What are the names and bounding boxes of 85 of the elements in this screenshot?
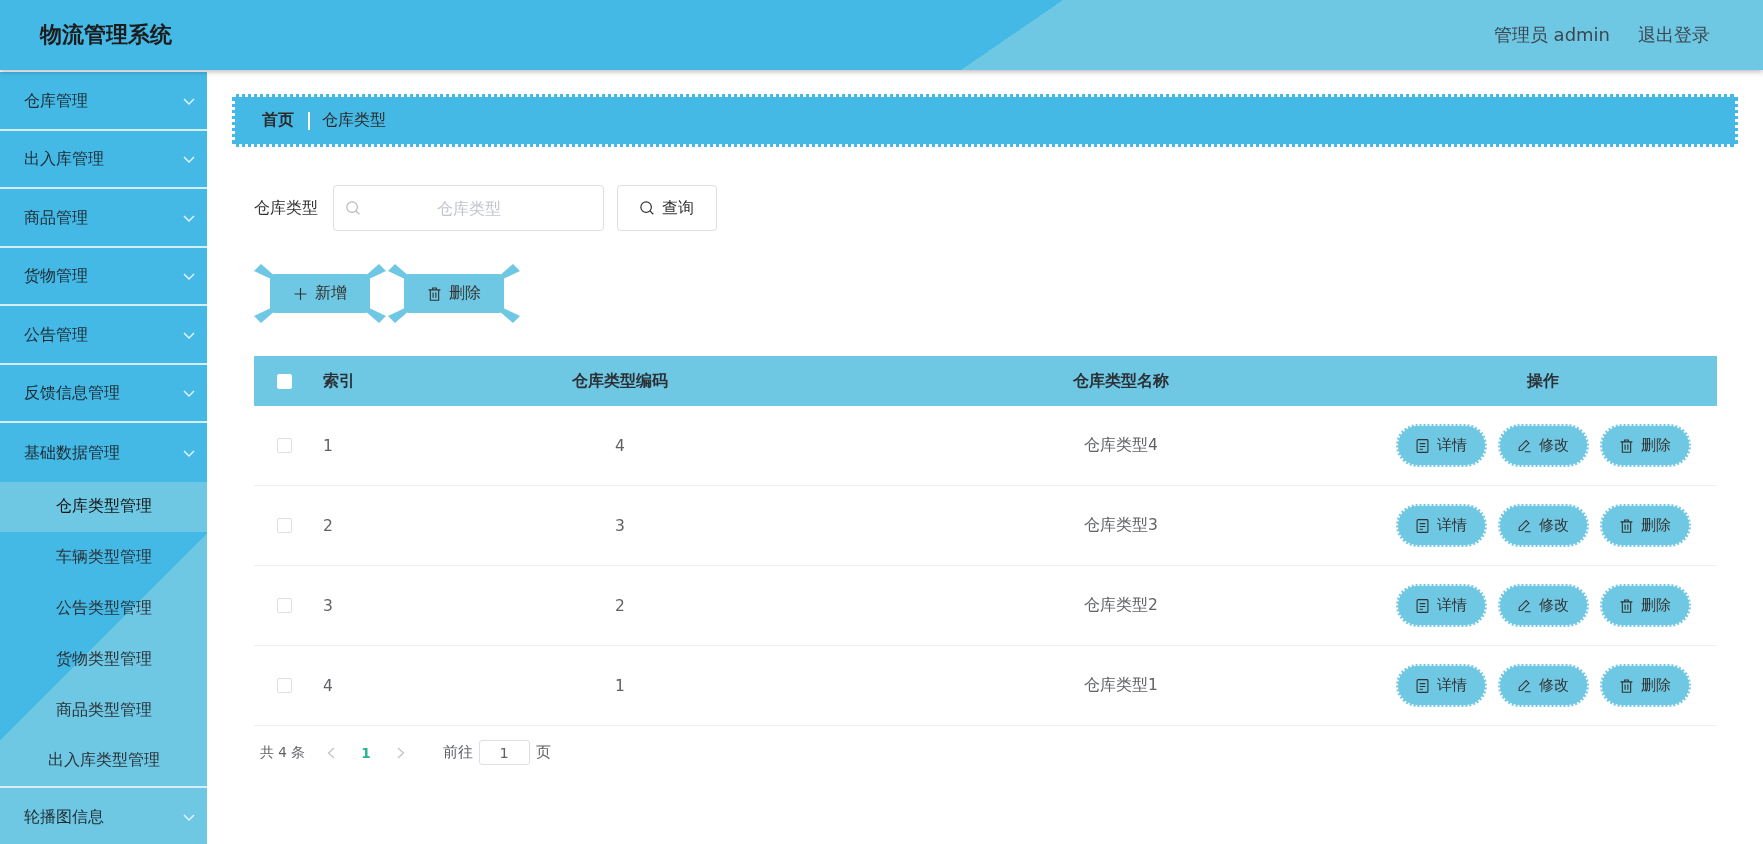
submenu-item[interactable]: 公告类型管理: [0, 583, 207, 634]
row-checkbox[interactable]: [276, 678, 292, 693]
edit-button[interactable]: 修改: [1497, 584, 1589, 627]
row-checkbox[interactable]: [276, 438, 292, 453]
chevron-down-icon: [183, 331, 195, 339]
submenu-item[interactable]: 出入库类型管理: [0, 735, 207, 787]
page-suffix: 页: [535, 743, 551, 762]
document-icon: [1415, 518, 1429, 533]
table-cell: 3: [323, 596, 333, 615]
menu-item[interactable]: 轮播图信息: [0, 788, 207, 844]
table-cell: 4: [323, 676, 333, 695]
table-cell: 仓库类型1: [1084, 675, 1158, 696]
trash-icon: [1619, 518, 1633, 533]
total-count: 共 4 条: [260, 743, 306, 762]
column-header: 仓库类型编码: [572, 370, 668, 392]
table-cell: 仓库类型3: [1084, 515, 1158, 536]
detail-button[interactable]: 详情: [1395, 584, 1487, 627]
search-label: 仓库类型: [254, 197, 318, 219]
chevron-down-icon: [183, 814, 195, 822]
breadcrumb-current: 仓库类型: [322, 110, 386, 131]
user-name: 管理员 admin: [1493, 23, 1610, 47]
trash-icon: [427, 286, 441, 301]
document-icon: [1415, 598, 1429, 613]
menu-item[interactable]: 商品管理: [0, 189, 207, 248]
pencil-icon: [1517, 438, 1531, 453]
app-title: 物流管理系统: [40, 21, 172, 49]
delete-button[interactable]: 删除: [1599, 424, 1691, 467]
select-all-checkbox[interactable]: [276, 373, 292, 389]
page-input[interactable]: 1: [478, 740, 530, 765]
chevron-down-icon: [183, 273, 195, 281]
chevron-right-icon[interactable]: [396, 746, 405, 759]
edit-button[interactable]: 修改: [1497, 664, 1589, 707]
detail-button[interactable]: 详情: [1395, 664, 1487, 707]
plus-icon: [293, 286, 307, 301]
table-cell: 2: [615, 596, 625, 615]
menu-item[interactable]: 货物管理: [0, 247, 207, 306]
chevron-down-icon: [183, 97, 195, 105]
document-icon: [1415, 438, 1429, 453]
chevron-down-icon: [183, 156, 195, 164]
menu-item[interactable]: 出入库管理: [0, 130, 207, 189]
table-cell: 4: [615, 436, 625, 455]
submenu-item[interactable]: 车辆类型管理: [0, 532, 207, 584]
column-header: 操作: [1527, 370, 1559, 392]
delete-button[interactable]: 删除: [1599, 504, 1691, 547]
chevron-left-icon[interactable]: [327, 746, 336, 759]
detail-button[interactable]: 详情: [1395, 424, 1487, 467]
menu-item[interactable]: 基础数据管理: [0, 423, 207, 482]
table-cell: 1: [323, 436, 333, 455]
column-header: 索引: [323, 370, 355, 392]
chevron-down-icon: [183, 214, 195, 222]
column-header: 仓库类型名称: [1073, 370, 1169, 392]
table-cell: 仓库类型2: [1084, 595, 1158, 616]
document-icon: [1415, 678, 1429, 693]
search-field[interactable]: 仓库类型: [333, 185, 604, 231]
submenu-item[interactable]: 货物类型管理: [0, 633, 207, 685]
pencil-icon: [1517, 678, 1531, 693]
chevron-down-icon: [183, 390, 195, 398]
menu-item[interactable]: 仓库管理: [0, 72, 207, 131]
submenu-item[interactable]: 商品类型管理: [0, 684, 207, 736]
edit-button[interactable]: 修改: [1497, 424, 1589, 467]
delete-button[interactable]: 删除: [1599, 664, 1691, 707]
goto-label: 前往: [442, 743, 473, 762]
logout-link[interactable]: 退出登录: [1638, 23, 1710, 47]
detail-button[interactable]: 详情: [1395, 504, 1487, 547]
pencil-icon: [1517, 598, 1531, 613]
submenu-item[interactable]: 仓库类型管理: [0, 481, 207, 533]
row-checkbox[interactable]: [276, 598, 292, 613]
search-icon: [640, 201, 654, 215]
trash-icon: [1619, 678, 1633, 693]
search-button[interactable]: 查询: [617, 185, 717, 231]
table-cell: 2: [323, 516, 333, 535]
menu-item[interactable]: 反馈信息管理: [0, 364, 207, 423]
chevron-down-icon: [183, 449, 195, 457]
trash-icon: [1619, 598, 1633, 613]
table-cell: 3: [615, 516, 625, 535]
trash-icon: [1619, 438, 1633, 453]
delete-button[interactable]: 删除: [1599, 584, 1691, 627]
table-cell: 仓库类型4: [1084, 435, 1158, 456]
table-cell: 1: [615, 676, 625, 695]
pencil-icon: [1517, 518, 1531, 533]
menu-item[interactable]: 公告管理: [0, 306, 207, 365]
row-checkbox[interactable]: [276, 518, 292, 533]
search-icon: [346, 201, 360, 215]
breadcrumb-link[interactable]: 首页: [262, 110, 294, 131]
edit-button[interactable]: 修改: [1497, 504, 1589, 547]
